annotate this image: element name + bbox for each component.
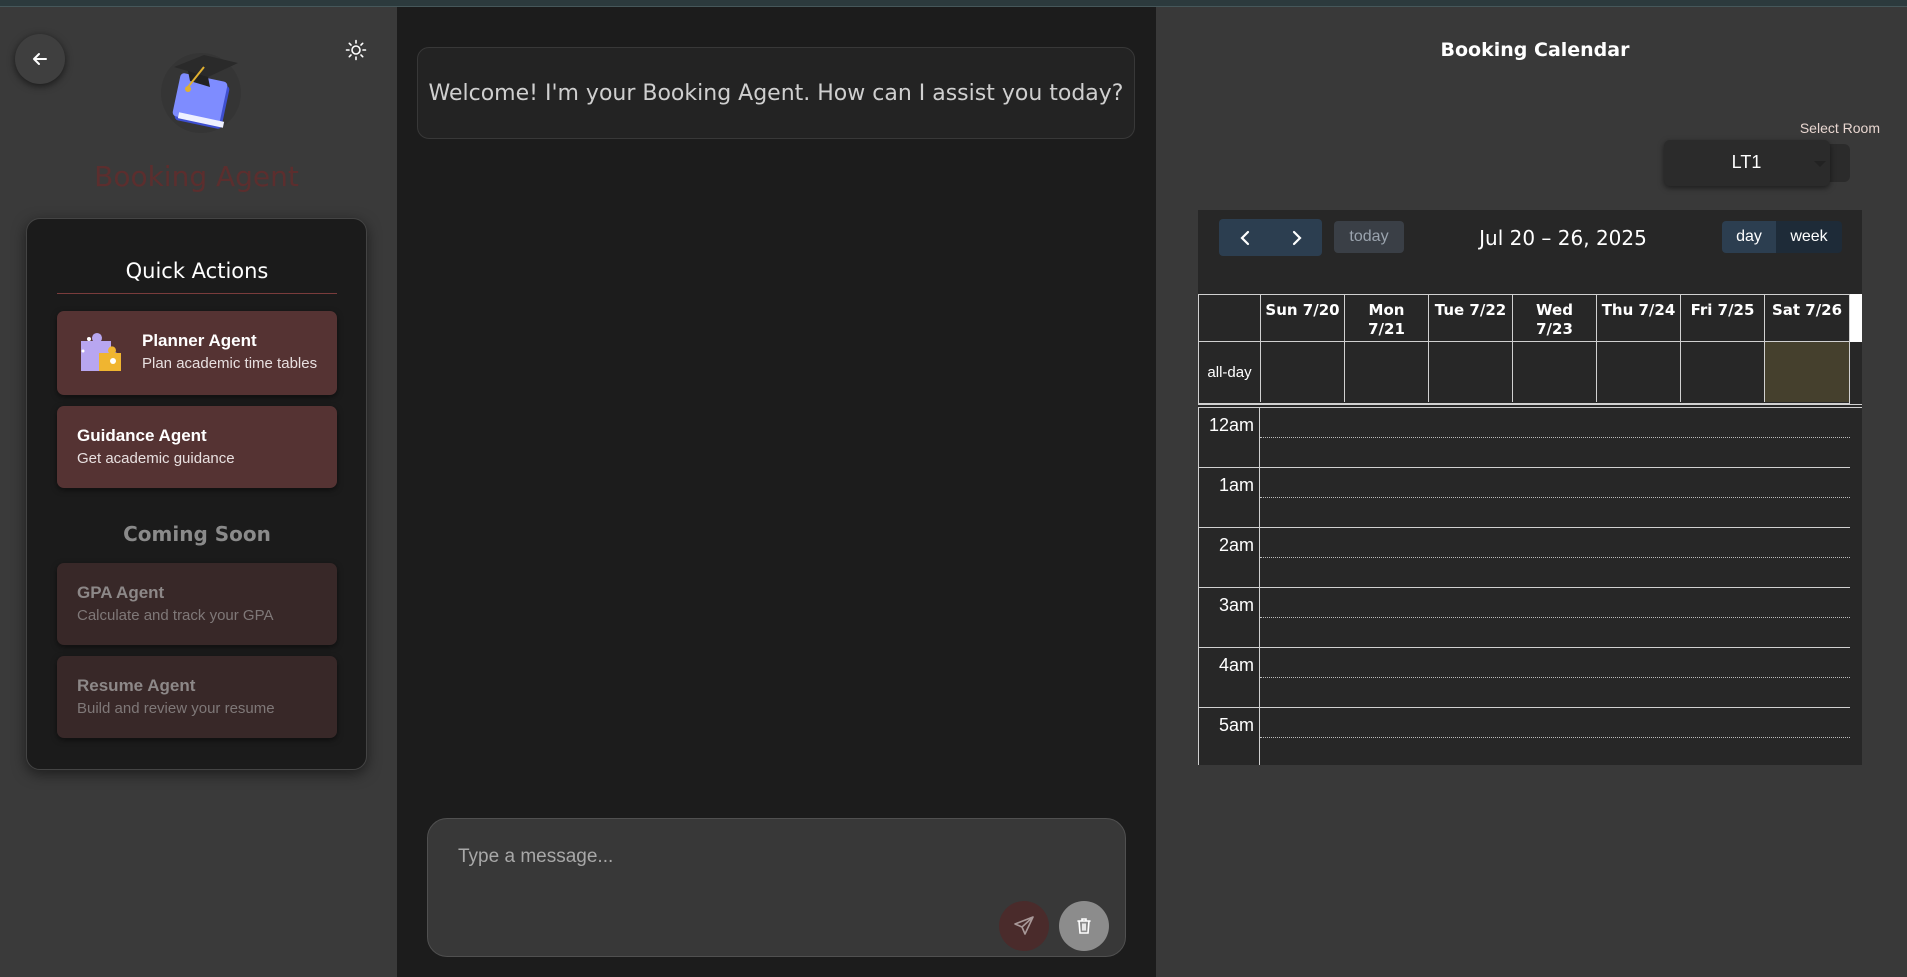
guidance-agent-button[interactable]: Guidance Agent Get academic guidance	[57, 406, 337, 488]
quick-actions-card: Quick Actions Planner Agent Plan academi…	[26, 218, 367, 770]
time-label: 2am	[1218, 535, 1254, 555]
week-view-button[interactable]: week	[1776, 221, 1842, 253]
day-header: Sun 7/20	[1260, 295, 1344, 341]
hour-line	[1198, 527, 1850, 528]
window-top-bar	[0, 0, 1907, 7]
time-label: 5am	[1218, 715, 1254, 735]
all-day-cell-today[interactable]	[1764, 342, 1849, 402]
header-scrollbar-gutter	[1850, 294, 1862, 342]
calendar-title: Booking Calendar	[1440, 39, 1630, 61]
all-day-label: all-day	[1207, 363, 1252, 381]
sidebar: Booking Agent Quick Actions Planner Agen…	[0, 7, 397, 977]
hour-line	[1198, 587, 1850, 588]
slot-line	[1260, 497, 1850, 498]
day-header: Thu 7/24	[1596, 295, 1680, 341]
chevron-left-icon	[1239, 230, 1249, 245]
quick-actions-title: Quick Actions	[57, 259, 337, 294]
view-toggle: day week	[1722, 221, 1842, 253]
room-label: Select Room	[1799, 120, 1880, 136]
sun-icon	[345, 39, 367, 61]
day-header-label: Mon	[1368, 301, 1405, 319]
resume-agent-name: Resume Agent	[77, 676, 196, 695]
day-header-label: Fri 7/25	[1690, 301, 1755, 319]
puzzle-icon	[81, 333, 121, 371]
all-day-cell[interactable]	[1344, 342, 1428, 402]
resume-agent-desc: Build and review your resume	[77, 700, 275, 717]
time-label: 3am	[1218, 595, 1254, 615]
day-header-label: Sat 7/26	[1771, 301, 1843, 319]
hour-line	[1198, 467, 1850, 468]
chat-panel: Welcome! I'm your Booking Agent. How can…	[397, 7, 1156, 977]
slot-line	[1260, 437, 1850, 438]
theme-toggle-button[interactable]	[343, 37, 369, 63]
planner-agent-desc: Plan academic time tables	[142, 355, 318, 372]
time-label: 1am	[1218, 475, 1254, 495]
time-label: 4am	[1218, 655, 1254, 675]
time-label: 12am	[1208, 415, 1254, 435]
time-grid[interactable]: 12am 1am 2am 3am 4am 5am	[1198, 408, 1862, 765]
brand-title: Booking Agent	[94, 160, 299, 193]
gpa-agent-name: GPA Agent	[77, 583, 165, 602]
next-week-button[interactable]	[1271, 219, 1322, 256]
message-input[interactable]	[458, 839, 1058, 875]
coming-soon-title: Coming Soon	[123, 522, 271, 546]
calendar-panel: Booking Calendar Select Room LT1 today J…	[1156, 7, 1907, 977]
resume-agent-button: Resume Agent Build and review your resum…	[57, 656, 337, 738]
room-select[interactable]: LT1	[1664, 140, 1830, 186]
send-button[interactable]	[999, 901, 1049, 951]
day-header: Fri 7/25	[1680, 295, 1764, 341]
planner-agent-button[interactable]: Planner Agent Plan academic time tables	[57, 311, 337, 395]
gpa-agent-button: GPA Agent Calculate and track your GPA	[57, 563, 337, 645]
graduation-book-logo	[161, 53, 241, 133]
slot-line	[1260, 737, 1850, 738]
planner-agent-name: Planner Agent	[142, 331, 257, 350]
date-range-title: Jul 20 – 26, 2025	[1479, 226, 1647, 250]
day-header-row: Sun 7/20 Mon 7/21 Tue 7/22 Wed 7/23 Thu 7/…	[1198, 294, 1850, 342]
day-header: Wed 7/23	[1512, 295, 1596, 341]
day-header-label: 7/23	[1536, 320, 1573, 338]
guidance-agent-name: Guidance Agent	[77, 426, 207, 445]
all-day-cell[interactable]	[1260, 342, 1344, 402]
all-day-cell[interactable]	[1680, 342, 1764, 402]
room-select-value: LT1	[1731, 152, 1762, 172]
slot-line	[1260, 677, 1850, 678]
slot-line	[1260, 617, 1850, 618]
chevron-right-icon	[1292, 230, 1302, 245]
nav-button-group	[1219, 219, 1322, 256]
day-header: Mon 7/21	[1344, 295, 1428, 341]
hour-line	[1198, 707, 1850, 708]
all-day-row: all-day	[1198, 342, 1850, 404]
time-axis-header	[1199, 295, 1260, 341]
all-day-cell[interactable]	[1512, 342, 1596, 402]
back-button[interactable]	[15, 34, 65, 84]
message-composer	[427, 818, 1126, 957]
chevron-down-icon	[1814, 161, 1826, 167]
all-day-cell[interactable]	[1428, 342, 1512, 402]
day-view-button[interactable]: day	[1722, 221, 1776, 253]
hour-line	[1198, 647, 1850, 648]
calendar-toolbar: today Jul 20 – 26, 2025 day week	[1198, 210, 1862, 262]
today-button[interactable]: today	[1334, 221, 1404, 253]
trash-icon	[1077, 918, 1091, 934]
day-header-label: 7/21	[1368, 320, 1405, 338]
arrow-left-icon	[33, 53, 47, 65]
day-header: Tue 7/22	[1428, 295, 1512, 341]
day-header: Sat 7/26	[1764, 295, 1849, 341]
clear-chat-button[interactable]	[1059, 901, 1109, 951]
day-header-label: Thu 7/24	[1601, 301, 1676, 319]
day-header-label: Tue 7/22	[1434, 301, 1507, 319]
day-header-label: Wed	[1536, 301, 1573, 319]
prev-week-button[interactable]	[1219, 219, 1270, 256]
gpa-agent-desc: Calculate and track your GPA	[77, 607, 274, 624]
day-header-label: Sun 7/20	[1265, 301, 1340, 319]
all-day-cell[interactable]	[1596, 342, 1680, 402]
welcome-message: Welcome! I'm your Booking Agent. How can…	[417, 47, 1135, 139]
guidance-agent-desc: Get academic guidance	[77, 450, 235, 467]
send-icon	[1014, 916, 1034, 935]
booking-calendar: today Jul 20 – 26, 2025 day week Sun 7/2…	[1198, 210, 1862, 765]
slot-line	[1260, 557, 1850, 558]
